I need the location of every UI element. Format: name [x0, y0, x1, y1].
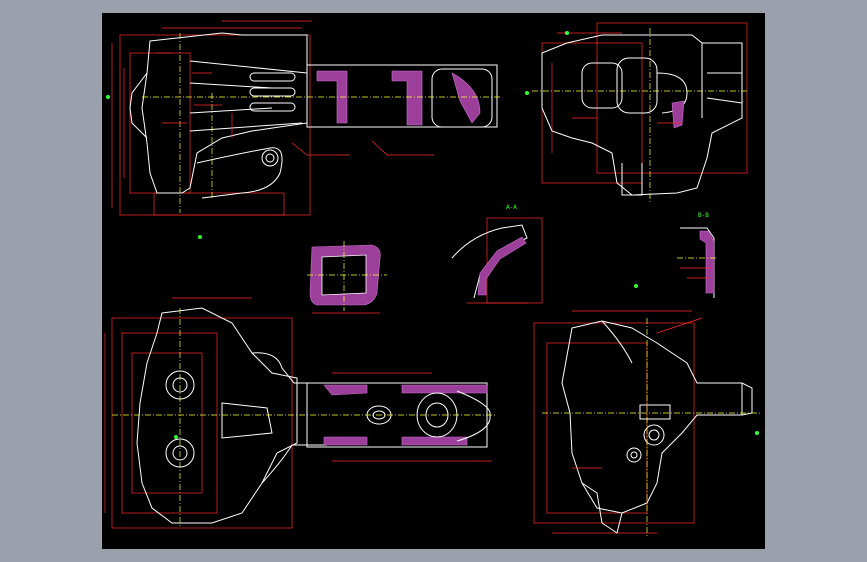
top-view [104, 297, 497, 529]
section-box [307, 241, 387, 314]
front-view [106, 20, 502, 239]
section-a: A-A [451, 204, 543, 304]
section-a-title: A-A [506, 204, 517, 211]
section-b-title: B-B [698, 212, 709, 219]
side-view [525, 22, 748, 203]
section-b: B-B [634, 212, 717, 298]
end-view [533, 310, 762, 538]
cad-drawing-canvas[interactable]: A-A B-B [102, 13, 765, 549]
